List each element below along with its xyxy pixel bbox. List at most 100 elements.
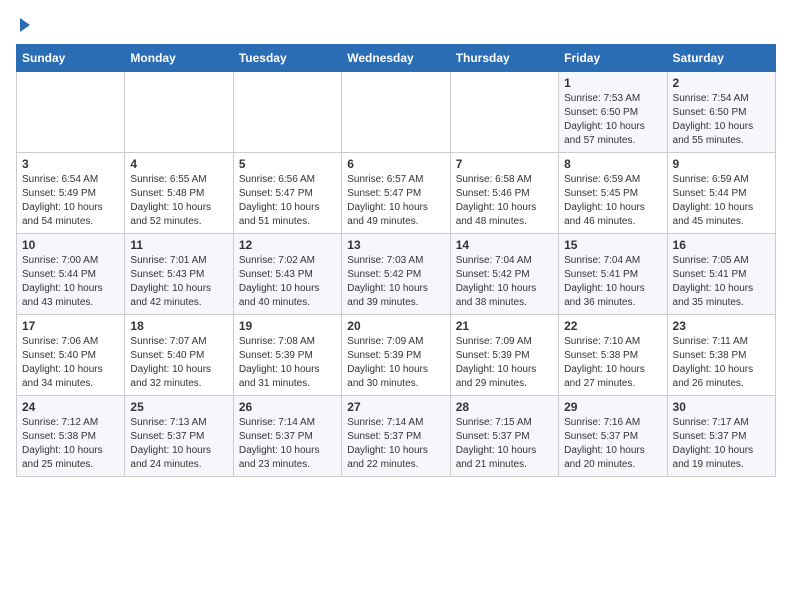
calendar-cell: 10 Sunrise: 7:00 AM Sunset: 5:44 PM Dayli… bbox=[17, 234, 125, 315]
day-number: 28 bbox=[456, 400, 553, 414]
column-header-wednesday: Wednesday bbox=[342, 45, 450, 72]
day-info: Sunrise: 7:00 AM Sunset: 5:44 PM Dayligh… bbox=[22, 254, 119, 310]
calendar-cell bbox=[342, 72, 450, 153]
day-number: 11 bbox=[130, 238, 227, 252]
calendar-week-row: 24 Sunrise: 7:12 AM Sunset: 5:38 PM Dayli… bbox=[17, 396, 776, 477]
calendar-cell: 7 Sunrise: 6:58 AM Sunset: 5:46 PM Daylig… bbox=[450, 153, 558, 234]
calendar-week-row: 17 Sunrise: 7:06 AM Sunset: 5:40 PM Dayli… bbox=[17, 315, 776, 396]
day-info: Sunrise: 7:04 AM Sunset: 5:42 PM Dayligh… bbox=[456, 254, 553, 310]
page-header bbox=[16, 16, 776, 32]
day-info: Sunrise: 7:05 AM Sunset: 5:41 PM Dayligh… bbox=[673, 254, 770, 310]
column-header-thursday: Thursday bbox=[450, 45, 558, 72]
calendar-cell: 19Sunrise: 7:08 AM Sunset: 5:39 PM Dayli… bbox=[233, 315, 341, 396]
day-info: Sunrise: 6:56 AM Sunset: 5:47 PM Dayligh… bbox=[239, 173, 336, 229]
day-info: Sunrise: 7:09 AM Sunset: 5:39 PM Dayligh… bbox=[456, 335, 553, 391]
day-info: Sunrise: 7:02 AM Sunset: 5:43 PM Dayligh… bbox=[239, 254, 336, 310]
calendar-cell bbox=[125, 72, 233, 153]
day-number: 21 bbox=[456, 319, 553, 333]
calendar-cell: 6 Sunrise: 6:57 AM Sunset: 5:47 PM Daylig… bbox=[342, 153, 450, 234]
day-number: 2 bbox=[673, 76, 770, 90]
calendar-cell: 15 Sunrise: 7:04 AM Sunset: 5:41 PM Dayli… bbox=[559, 234, 667, 315]
day-number: 9 bbox=[673, 157, 770, 171]
calendar-cell: 27 Sunrise: 7:14 AM Sunset: 5:37 PM Dayli… bbox=[342, 396, 450, 477]
day-info: Sunrise: 7:03 AM Sunset: 5:42 PM Dayligh… bbox=[347, 254, 444, 310]
day-number: 20 bbox=[347, 319, 444, 333]
day-number: 12 bbox=[239, 238, 336, 252]
column-header-tuesday: Tuesday bbox=[233, 45, 341, 72]
calendar-cell: 23Sunrise: 7:11 AM Sunset: 5:38 PM Dayli… bbox=[667, 315, 775, 396]
day-info: Sunrise: 6:58 AM Sunset: 5:46 PM Dayligh… bbox=[456, 173, 553, 229]
day-info: Sunrise: 6:54 AM Sunset: 5:49 PM Dayligh… bbox=[22, 173, 119, 229]
day-info: Sunrise: 7:04 AM Sunset: 5:41 PM Dayligh… bbox=[564, 254, 661, 310]
day-info: Sunrise: 7:17 AM Sunset: 5:37 PM Dayligh… bbox=[673, 416, 770, 472]
calendar-week-row: 3 Sunrise: 6:54 AM Sunset: 5:49 PM Daylig… bbox=[17, 153, 776, 234]
calendar-cell: 21 Sunrise: 7:09 AM Sunset: 5:39 PM Dayli… bbox=[450, 315, 558, 396]
calendar-cell: 12 Sunrise: 7:02 AM Sunset: 5:43 PM Dayli… bbox=[233, 234, 341, 315]
day-number: 1 bbox=[564, 76, 661, 90]
day-info: Sunrise: 7:06 AM Sunset: 5:40 PM Dayligh… bbox=[22, 335, 119, 391]
day-number: 6 bbox=[347, 157, 444, 171]
day-info: Sunrise: 6:59 AM Sunset: 5:44 PM Dayligh… bbox=[673, 173, 770, 229]
day-number: 16 bbox=[673, 238, 770, 252]
column-header-sunday: Sunday bbox=[17, 45, 125, 72]
column-header-friday: Friday bbox=[559, 45, 667, 72]
column-header-saturday: Saturday bbox=[667, 45, 775, 72]
calendar-cell: 24 Sunrise: 7:12 AM Sunset: 5:38 PM Dayli… bbox=[17, 396, 125, 477]
day-number: 13 bbox=[347, 238, 444, 252]
calendar-header-row: SundayMondayTuesdayWednesdayThursdayFrid… bbox=[17, 45, 776, 72]
calendar-cell bbox=[17, 72, 125, 153]
day-info: Sunrise: 7:14 AM Sunset: 5:37 PM Dayligh… bbox=[347, 416, 444, 472]
calendar-cell: 2 Sunrise: 7:54 AM Sunset: 6:50 PM Daylig… bbox=[667, 72, 775, 153]
day-number: 26 bbox=[239, 400, 336, 414]
calendar-cell: 18 Sunrise: 7:07 AM Sunset: 5:40 PM Dayli… bbox=[125, 315, 233, 396]
calendar-cell: 29 Sunrise: 7:16 AM Sunset: 5:37 PM Dayli… bbox=[559, 396, 667, 477]
day-number: 22 bbox=[564, 319, 661, 333]
calendar-cell: 13 Sunrise: 7:03 AM Sunset: 5:42 PM Dayli… bbox=[342, 234, 450, 315]
calendar-cell bbox=[450, 72, 558, 153]
day-number: 30 bbox=[673, 400, 770, 414]
day-number: 18 bbox=[130, 319, 227, 333]
day-number: 24 bbox=[22, 400, 119, 414]
day-info: Sunrise: 7:53 AM Sunset: 6:50 PM Dayligh… bbox=[564, 92, 661, 148]
day-info: Sunrise: 7:09 AM Sunset: 5:39 PM Dayligh… bbox=[347, 335, 444, 391]
calendar-week-row: 1 Sunrise: 7:53 AM Sunset: 6:50 PM Daylig… bbox=[17, 72, 776, 153]
logo-arrow-icon bbox=[20, 18, 30, 32]
calendar-cell: 17 Sunrise: 7:06 AM Sunset: 5:40 PM Dayli… bbox=[17, 315, 125, 396]
calendar-cell: 8Sunrise: 6:59 AM Sunset: 5:45 PM Daylig… bbox=[559, 153, 667, 234]
day-number: 8 bbox=[564, 157, 661, 171]
calendar-cell: 11 Sunrise: 7:01 AM Sunset: 5:43 PM Dayli… bbox=[125, 234, 233, 315]
calendar-cell: 30 Sunrise: 7:17 AM Sunset: 5:37 PM Dayli… bbox=[667, 396, 775, 477]
calendar-cell: 28 Sunrise: 7:15 AM Sunset: 5:37 PM Dayli… bbox=[450, 396, 558, 477]
day-info: Sunrise: 7:01 AM Sunset: 5:43 PM Dayligh… bbox=[130, 254, 227, 310]
calendar-cell: 1 Sunrise: 7:53 AM Sunset: 6:50 PM Daylig… bbox=[559, 72, 667, 153]
day-info: Sunrise: 7:11 AM Sunset: 5:38 PM Dayligh… bbox=[673, 335, 770, 391]
column-header-monday: Monday bbox=[125, 45, 233, 72]
day-number: 4 bbox=[130, 157, 227, 171]
day-info: Sunrise: 7:07 AM Sunset: 5:40 PM Dayligh… bbox=[130, 335, 227, 391]
day-number: 17 bbox=[22, 319, 119, 333]
day-number: 19 bbox=[239, 319, 336, 333]
day-info: Sunrise: 7:13 AM Sunset: 5:37 PM Dayligh… bbox=[130, 416, 227, 472]
calendar-cell: 4Sunrise: 6:55 AM Sunset: 5:48 PM Daylig… bbox=[125, 153, 233, 234]
day-info: Sunrise: 7:12 AM Sunset: 5:38 PM Dayligh… bbox=[22, 416, 119, 472]
calendar-cell: 26 Sunrise: 7:14 AM Sunset: 5:37 PM Dayli… bbox=[233, 396, 341, 477]
day-number: 10 bbox=[22, 238, 119, 252]
calendar-cell: 3 Sunrise: 6:54 AM Sunset: 5:49 PM Daylig… bbox=[17, 153, 125, 234]
day-info: Sunrise: 7:16 AM Sunset: 5:37 PM Dayligh… bbox=[564, 416, 661, 472]
day-info: Sunrise: 7:15 AM Sunset: 5:37 PM Dayligh… bbox=[456, 416, 553, 472]
day-info: Sunrise: 7:10 AM Sunset: 5:38 PM Dayligh… bbox=[564, 335, 661, 391]
calendar-cell: 9 Sunrise: 6:59 AM Sunset: 5:44 PM Daylig… bbox=[667, 153, 775, 234]
day-info: Sunrise: 6:57 AM Sunset: 5:47 PM Dayligh… bbox=[347, 173, 444, 229]
day-number: 27 bbox=[347, 400, 444, 414]
calendar-cell: 16 Sunrise: 7:05 AM Sunset: 5:41 PM Dayli… bbox=[667, 234, 775, 315]
day-number: 15 bbox=[564, 238, 661, 252]
day-number: 3 bbox=[22, 157, 119, 171]
day-number: 7 bbox=[456, 157, 553, 171]
calendar-cell: 25Sunrise: 7:13 AM Sunset: 5:37 PM Dayli… bbox=[125, 396, 233, 477]
calendar-cell: 14Sunrise: 7:04 AM Sunset: 5:42 PM Dayli… bbox=[450, 234, 558, 315]
day-number: 29 bbox=[564, 400, 661, 414]
day-info: Sunrise: 7:54 AM Sunset: 6:50 PM Dayligh… bbox=[673, 92, 770, 148]
calendar-table: SundayMondayTuesdayWednesdayThursdayFrid… bbox=[16, 44, 776, 477]
calendar-cell: 5Sunrise: 6:56 AM Sunset: 5:47 PM Daylig… bbox=[233, 153, 341, 234]
day-info: Sunrise: 7:14 AM Sunset: 5:37 PM Dayligh… bbox=[239, 416, 336, 472]
